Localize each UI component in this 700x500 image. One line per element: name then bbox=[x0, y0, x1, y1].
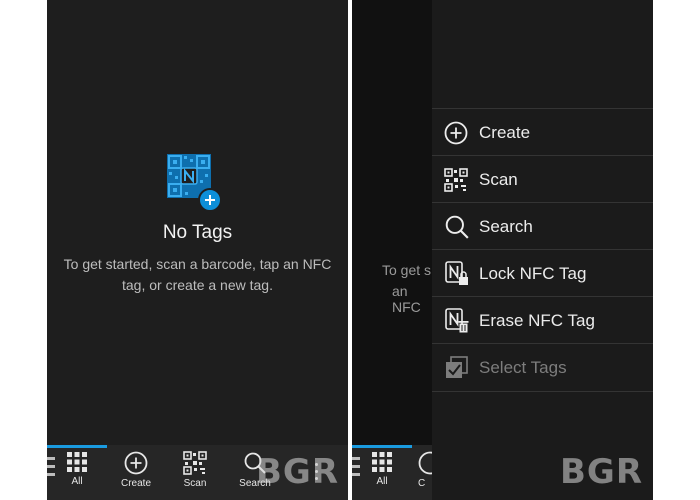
grid-icon bbox=[67, 452, 87, 472]
action-bar: All C bbox=[352, 445, 432, 500]
menu-item-search[interactable]: Search bbox=[432, 203, 653, 250]
tab-all-label: All bbox=[71, 476, 83, 487]
create-action-label: C bbox=[418, 478, 426, 489]
bgr-watermark: BGR bbox=[560, 452, 644, 492]
plus-circle-icon bbox=[124, 451, 148, 475]
dimmed-text-line: an NFC bbox=[392, 283, 421, 315]
tab-all[interactable]: All bbox=[352, 451, 412, 487]
menu-item-erase-nfc-tag[interactable]: Erase NFC Tag bbox=[432, 297, 653, 344]
qr-code-icon bbox=[444, 167, 468, 192]
menu-item-label: Scan bbox=[479, 169, 518, 189]
menu-item-label: Select Tags bbox=[479, 357, 567, 377]
create-action-label: Create bbox=[120, 478, 151, 489]
selected-tab-indicator bbox=[352, 445, 412, 448]
tags-screen: No Tags To get started, scan a barcode, … bbox=[47, 0, 348, 500]
menu-item-select-tags[interactable]: Select Tags bbox=[432, 344, 653, 391]
menu-item-scan[interactable]: Scan bbox=[432, 156, 653, 203]
scan-action-label: Scan bbox=[183, 478, 207, 489]
nfc-tag-icon bbox=[166, 150, 229, 212]
menu-item-label: Create bbox=[479, 122, 531, 142]
grid-icon bbox=[372, 452, 392, 472]
menu-item-label: Search bbox=[479, 216, 533, 236]
menu-divider bbox=[432, 391, 653, 392]
menu-item-lock-nfc-tag[interactable]: Lock NFC Tag bbox=[432, 250, 653, 297]
dimmed-text-line: To get s bbox=[382, 262, 432, 278]
select-tags-icon bbox=[446, 355, 468, 378]
selected-tab-indicator bbox=[47, 445, 107, 448]
plus-circle-icon bbox=[418, 451, 432, 475]
menu-item-label: Erase NFC Tag bbox=[479, 310, 595, 330]
tags-screen-menu-open: To get s an NFC Create Scan Search Lock … bbox=[352, 0, 653, 500]
menu-item-create[interactable]: Create bbox=[432, 109, 653, 156]
action-menu: Create Scan Search Lock NFC Tag Erase NF… bbox=[432, 0, 653, 500]
tab-all-label: All bbox=[376, 476, 388, 487]
create-action[interactable]: C bbox=[418, 451, 432, 489]
scan-action[interactable]: Scan bbox=[165, 451, 225, 489]
nfc-lock-icon bbox=[445, 260, 468, 285]
tab-all[interactable]: All bbox=[47, 451, 107, 487]
bgr-watermark: BGR bbox=[256, 452, 340, 492]
qr-code-icon bbox=[183, 451, 207, 475]
dimmed-content[interactable]: To get s an NFC bbox=[352, 0, 432, 500]
empty-title: No Tags bbox=[162, 222, 233, 243]
plus-circle-icon bbox=[444, 121, 468, 144]
nfc-erase-icon bbox=[445, 307, 469, 332]
empty-description: To get started, scan a barcode, tap an N… bbox=[63, 256, 332, 293]
search-icon bbox=[445, 215, 469, 239]
empty-state: No Tags To get started, scan a barcode, … bbox=[47, 150, 348, 296]
create-action[interactable]: Create bbox=[106, 451, 166, 489]
add-badge-icon bbox=[197, 188, 222, 212]
menu-item-label: Lock NFC Tag bbox=[479, 263, 587, 283]
